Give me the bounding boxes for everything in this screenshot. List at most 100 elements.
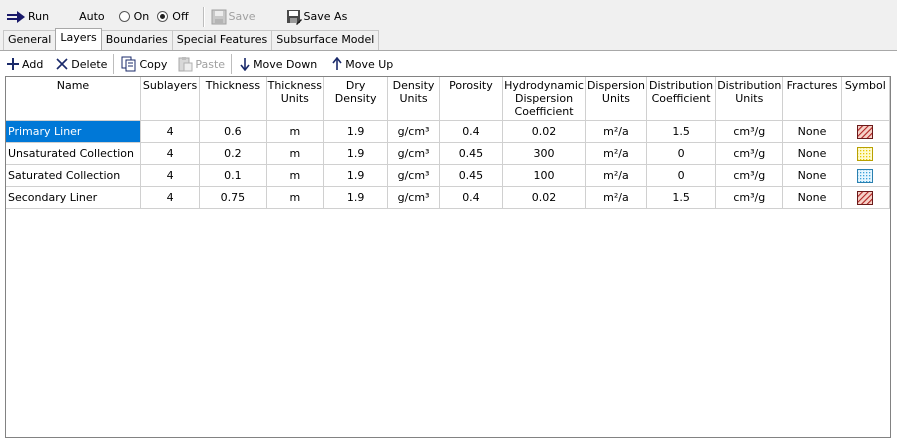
- toolbar-separator: [113, 54, 116, 74]
- cell-density-units[interactable]: g/cm³: [387, 164, 440, 187]
- col-header-thickness[interactable]: Thickness: [199, 77, 267, 121]
- tab-special-features[interactable]: Special Features: [171, 30, 273, 50]
- header-text: Units: [399, 92, 428, 105]
- cell-thickness[interactable]: 0.2: [199, 142, 267, 165]
- add-button[interactable]: Add: [6, 57, 43, 71]
- cell-fractures[interactable]: None: [782, 186, 842, 209]
- tab-layers[interactable]: Layers: [55, 28, 102, 51]
- cell-symbol[interactable]: [841, 164, 891, 187]
- col-header-distribution-units[interactable]: Distribution Units: [715, 77, 784, 121]
- paste-button[interactable]: Paste: [177, 56, 225, 72]
- cell-symbol[interactable]: [841, 120, 891, 143]
- cell-name[interactable]: Saturated Collection: [6, 164, 141, 187]
- run-button[interactable]: Run: [6, 10, 49, 23]
- col-header-sublayers[interactable]: Sublayers: [140, 77, 201, 121]
- layers-grid[interactable]: Name Sublayers Thickness Thickness Units …: [5, 76, 891, 438]
- cell-porosity[interactable]: 0.4: [439, 120, 504, 143]
- save-as-icon: [286, 9, 302, 25]
- table-row[interactable]: Secondary Liner 4 0.75 m 1.9 g/cm³ 0.4 0…: [6, 186, 891, 209]
- blue-dots-icon: [857, 168, 874, 183]
- yellow-dots-icon: [857, 146, 874, 161]
- col-header-thickness-units[interactable]: Thickness Units: [266, 77, 324, 121]
- tab-boundaries[interactable]: Boundaries: [100, 30, 173, 50]
- cell-thickness-units[interactable]: m: [266, 186, 324, 209]
- cell-thickness-units[interactable]: m: [266, 120, 324, 143]
- col-header-porosity[interactable]: Porosity: [439, 77, 504, 121]
- cell-density-units[interactable]: g/cm³: [387, 120, 440, 143]
- col-header-fractures[interactable]: Fractures: [782, 77, 842, 121]
- cell-dispersion-units[interactable]: m²/a: [585, 186, 647, 209]
- paste-clipboard-icon: [178, 57, 193, 72]
- col-header-density-units[interactable]: Density Units: [387, 77, 440, 121]
- cell-thickness[interactable]: 0.6: [199, 120, 267, 143]
- cell-distribution-coefficient[interactable]: 1.5: [646, 186, 717, 209]
- move-up-button[interactable]: Move Up: [331, 57, 393, 71]
- table-row[interactable]: Saturated Collection 4 0.1 m 1.9 g/cm³ 0…: [6, 164, 891, 187]
- cell-hydrodynamic-dispersion[interactable]: 100: [502, 164, 586, 187]
- cell-hydrodynamic-dispersion[interactable]: 0.02: [502, 120, 586, 143]
- col-header-hydrodynamic-dispersion[interactable]: Hydrodynamic Dispersion Coefficient: [502, 77, 586, 121]
- tab-general[interactable]: General: [3, 30, 57, 50]
- table-row[interactable]: Unsaturated Collection 4 0.2 m 1.9 g/cm³…: [6, 142, 891, 165]
- col-header-dry-density[interactable]: Dry Density: [323, 77, 389, 121]
- cell-thickness-units[interactable]: m: [266, 164, 324, 187]
- save-button[interactable]: Save: [211, 9, 256, 25]
- header-text: Dispersion: [515, 92, 574, 105]
- cell-symbol[interactable]: [841, 142, 891, 165]
- cell-dry-density[interactable]: 1.9: [323, 186, 389, 209]
- header-text: Units: [280, 92, 309, 105]
- cell-distribution-coefficient[interactable]: 0: [646, 164, 717, 187]
- cell-porosity[interactable]: 0.45: [439, 164, 504, 187]
- col-header-symbol[interactable]: Symbol: [841, 77, 891, 121]
- cell-thickness[interactable]: 0.1: [199, 164, 267, 187]
- cell-dispersion-units[interactable]: m²/a: [585, 142, 647, 165]
- move-down-button[interactable]: Move Down: [239, 57, 317, 71]
- cell-distribution-units[interactable]: cm³/g: [715, 120, 784, 143]
- col-header-name[interactable]: Name: [6, 77, 141, 121]
- cell-porosity[interactable]: 0.4: [439, 186, 504, 209]
- delete-x-icon: [56, 58, 68, 70]
- radio-unchecked-icon: [118, 11, 130, 22]
- cell-distribution-units[interactable]: cm³/g: [715, 142, 784, 165]
- table-row[interactable]: Primary Liner 4 0.6 m 1.9 g/cm³ 0.4 0.02…: [6, 120, 891, 143]
- cell-sublayers[interactable]: 4: [140, 164, 201, 187]
- cell-distribution-coefficient[interactable]: 1.5: [646, 120, 717, 143]
- cell-fractures[interactable]: None: [782, 120, 842, 143]
- cell-density-units[interactable]: g/cm³: [387, 142, 440, 165]
- cell-name[interactable]: Unsaturated Collection: [6, 142, 141, 165]
- cell-dispersion-units[interactable]: m²/a: [585, 120, 647, 143]
- cell-name[interactable]: Secondary Liner: [6, 186, 141, 209]
- cell-distribution-coefficient[interactable]: 0: [646, 142, 717, 165]
- auto-on-radio[interactable]: On: [118, 10, 149, 23]
- cell-distribution-units[interactable]: cm³/g: [715, 164, 784, 187]
- cell-name[interactable]: Primary Liner: [6, 120, 141, 143]
- copy-label: Copy: [139, 57, 168, 71]
- header-text: Units: [601, 92, 631, 105]
- cell-hydrodynamic-dispersion[interactable]: 0.02: [502, 186, 586, 209]
- cell-symbol[interactable]: [841, 186, 891, 209]
- cell-hydrodynamic-dispersion[interactable]: 300: [502, 142, 586, 165]
- cell-thickness-units[interactable]: m: [266, 142, 324, 165]
- cell-dry-density[interactable]: 1.9: [323, 120, 389, 143]
- save-as-button[interactable]: Save As: [286, 9, 347, 25]
- header-row: Name Sublayers Thickness Thickness Units …: [6, 77, 891, 121]
- cell-dispersion-units[interactable]: m²/a: [585, 164, 647, 187]
- cell-dry-density[interactable]: 1.9: [323, 142, 389, 165]
- delete-button[interactable]: Delete: [55, 57, 107, 71]
- cell-thickness[interactable]: 0.75: [199, 186, 267, 209]
- copy-button[interactable]: Copy: [121, 56, 167, 72]
- cell-sublayers[interactable]: 4: [140, 186, 201, 209]
- tab-subsurface-model[interactable]: Subsurface Model: [271, 30, 380, 50]
- cell-porosity[interactable]: 0.45: [439, 142, 504, 165]
- cell-sublayers[interactable]: 4: [140, 142, 201, 165]
- col-header-distribution-coefficient[interactable]: Distribution Coefficient: [646, 77, 717, 121]
- cell-fractures[interactable]: None: [782, 142, 842, 165]
- paste-label: Paste: [195, 57, 226, 71]
- cell-sublayers[interactable]: 4: [140, 120, 201, 143]
- cell-density-units[interactable]: g/cm³: [387, 186, 440, 209]
- cell-dry-density[interactable]: 1.9: [323, 164, 389, 187]
- cell-fractures[interactable]: None: [782, 164, 842, 187]
- cell-distribution-units[interactable]: cm³/g: [715, 186, 784, 209]
- col-header-dispersion-units[interactable]: Dispersion Units: [585, 77, 647, 121]
- auto-off-radio[interactable]: Off: [157, 10, 189, 23]
